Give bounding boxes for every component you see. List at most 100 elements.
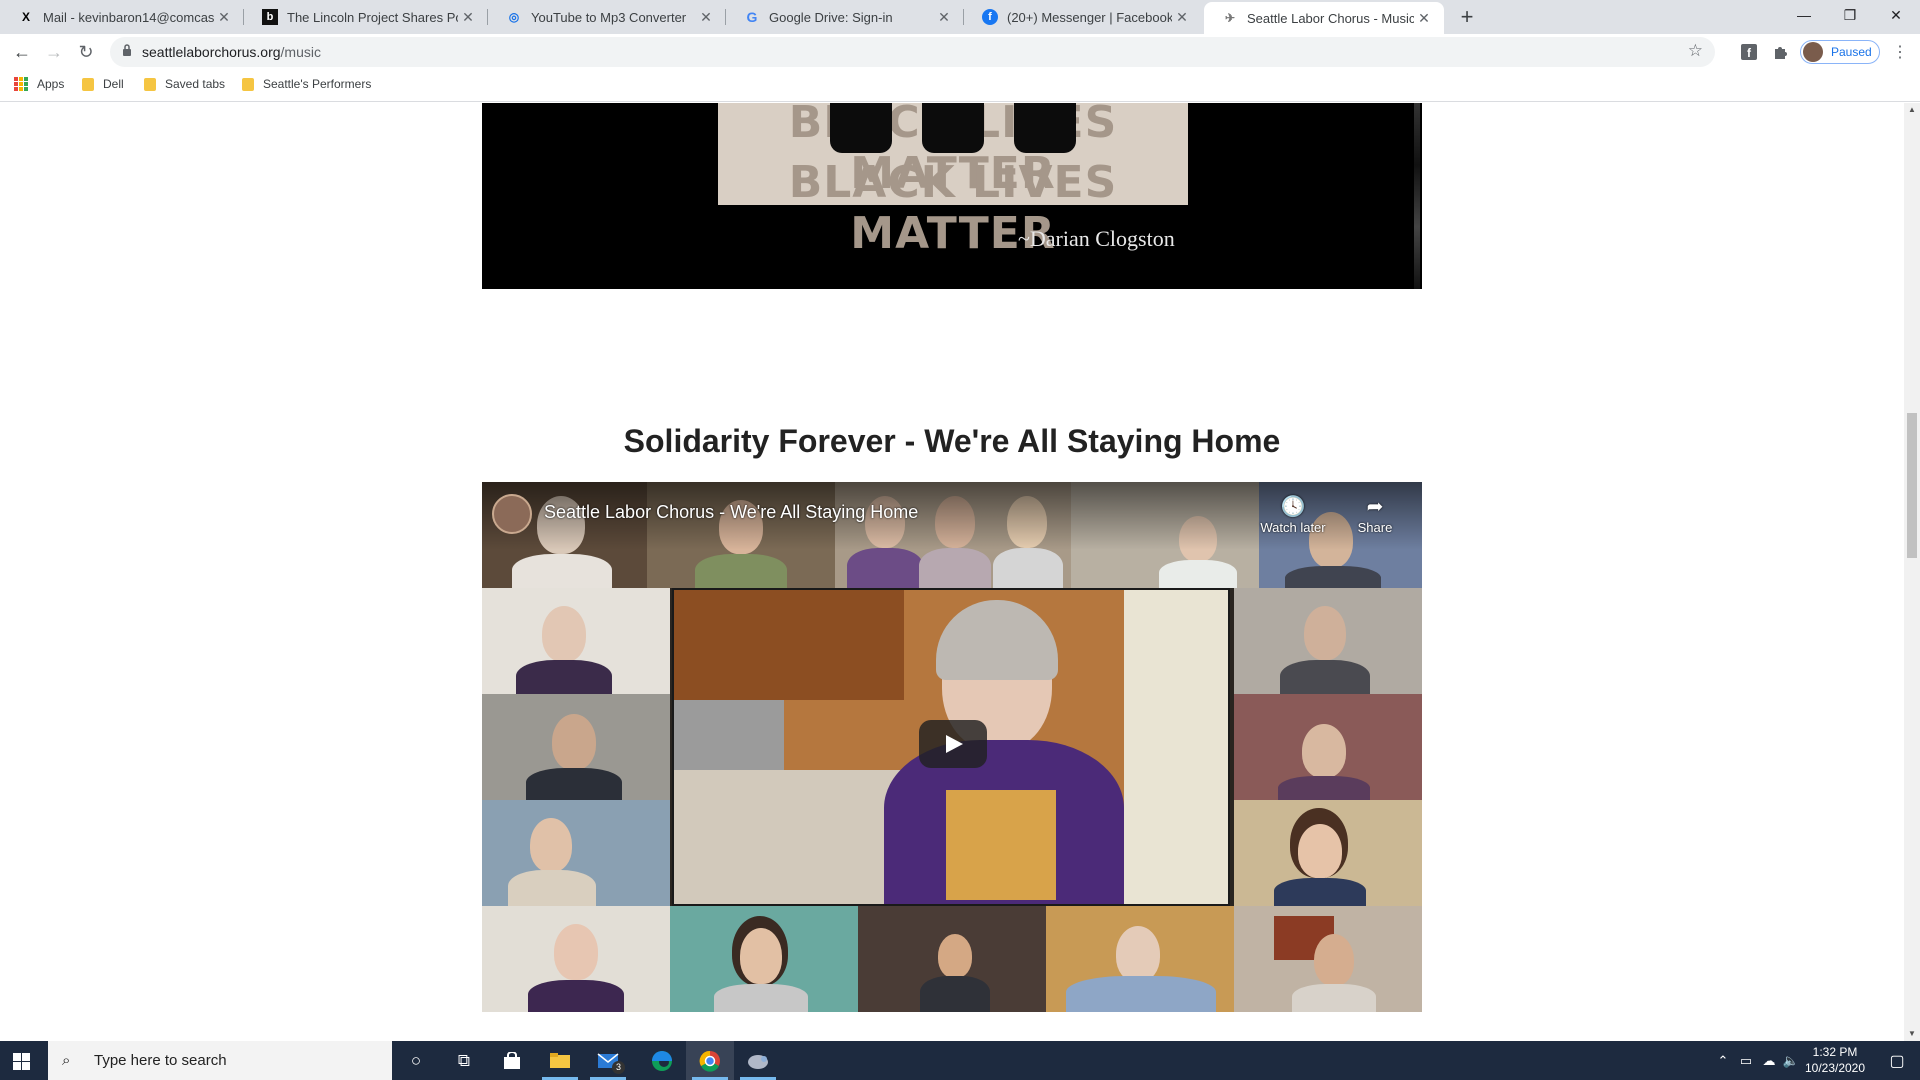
url-domain: seattlelaborchorus.org	[142, 44, 281, 60]
video-tile	[1234, 588, 1422, 694]
new-tab-button[interactable]: +	[1453, 4, 1481, 32]
video-tile	[1234, 694, 1422, 800]
bookmark-label: Seattle's Performers	[263, 77, 372, 91]
mail-icon[interactable]: 3	[584, 1041, 632, 1080]
app-bird-icon[interactable]	[734, 1041, 782, 1080]
site-icon: ✈	[1224, 11, 1236, 25]
chrome-icon[interactable]	[686, 1041, 734, 1080]
store-icon[interactable]	[488, 1041, 536, 1080]
close-icon[interactable]: ✕	[214, 9, 234, 26]
close-icon[interactable]: ✕	[934, 9, 954, 26]
close-window-button[interactable]: ✕	[1873, 0, 1919, 30]
onedrive-cloud-icon[interactable]: ☁	[1758, 1053, 1780, 1069]
clock-icon: 🕓	[1280, 496, 1306, 518]
folder-icon	[144, 77, 156, 91]
bookmark-label: Saved tabs	[165, 77, 226, 91]
video-tile	[1046, 906, 1234, 1012]
taskbar-clock[interactable]: 1:32 PM 10/23/2020	[1800, 1044, 1870, 1076]
clock-time: 1:32 PM	[1812, 1045, 1858, 1059]
scroll-down-icon[interactable]: ▼	[1904, 1027, 1920, 1041]
facebook-extension-icon[interactable]: f	[1740, 43, 1758, 61]
video-title[interactable]: Seattle Labor Chorus - We're All Staying…	[544, 502, 918, 523]
play-button[interactable]	[919, 720, 987, 768]
taskbar-search[interactable]: ⌕ Type here to search	[48, 1041, 392, 1080]
converter-icon: ◎	[508, 10, 520, 24]
action-center-icon[interactable]: ▢	[1874, 1041, 1920, 1080]
windows-taskbar: ⌕ Type here to search ○ ⧉ 3 ⌃ ▭ ☁ 🔈 1:32…	[0, 1041, 1920, 1080]
forward-button[interactable]: →	[40, 38, 68, 66]
b-icon: b	[262, 9, 278, 25]
search-placeholder: Type here to search	[94, 1052, 227, 1069]
chrome-logo-shape	[699, 1050, 720, 1072]
bookmark-saved-tabs[interactable]: Saved tabs	[144, 77, 225, 91]
fist-graphic	[1014, 103, 1076, 153]
cortana-icon[interactable]: ○	[392, 1041, 440, 1080]
address-bar[interactable]: seattlelaborchorus.org/music ☆	[110, 37, 1715, 67]
close-icon[interactable]: ✕	[458, 9, 478, 26]
watch-later-button[interactable]: 🕓 Watch later	[1258, 494, 1328, 535]
section-title: Solidarity Forever - We're All Staying H…	[623, 423, 1281, 459]
video-attribution: ~Darian Clogston	[1018, 226, 1175, 251]
network-icon[interactable]: ▭	[1734, 1053, 1758, 1069]
profile-button[interactable]: Paused	[1800, 40, 1880, 64]
tab-title: Seattle Labor Chorus - Music	[1247, 10, 1414, 26]
close-icon[interactable]: ✕	[696, 9, 716, 26]
youtube-video-embed[interactable]: Seattle Labor Chorus - We're All Staying…	[482, 482, 1422, 1012]
video-tile	[482, 906, 670, 1012]
share-button[interactable]: ➦ Share	[1340, 494, 1410, 535]
page-scrollbar[interactable]: ▲ ▼	[1904, 103, 1920, 1041]
tab-lincoln-project[interactable]: b The Lincoln Project Shares Power ✕	[244, 0, 488, 34]
more-menu-icon[interactable]: ⋮	[1890, 42, 1910, 62]
share-arrow-icon: ➦	[1366, 496, 1384, 518]
tab-google-drive[interactable]: G Google Drive: Sign-in ✕	[726, 0, 964, 34]
tab-youtube-mp3[interactable]: ◎ YouTube to Mp3 Converter ✕	[488, 0, 726, 34]
avatar	[1803, 42, 1823, 62]
featured-singer-video	[672, 588, 1230, 906]
restore-button[interactable]: ❐	[1827, 0, 1873, 30]
scrollbar-thumb[interactable]	[1907, 413, 1917, 558]
facebook-icon: f	[982, 9, 998, 25]
scroll-up-icon[interactable]: ▲	[1904, 103, 1920, 117]
browser-toolbar: ← → ↻ seattlelaborchorus.org/music ☆ f P…	[0, 34, 1920, 70]
close-icon[interactable]: ✕	[1172, 9, 1192, 26]
edge-logo-shape	[652, 1050, 672, 1071]
channel-avatar[interactable]	[492, 494, 532, 534]
fist-graphic	[830, 103, 892, 153]
tab-title: Mail - kevinbaron14@comcast.ne	[43, 9, 214, 25]
edge-icon[interactable]	[638, 1041, 686, 1080]
bookmark-star-icon[interactable]: ☆	[1688, 41, 1703, 61]
profile-status: Paused	[1831, 45, 1872, 59]
close-icon[interactable]: ✕	[1414, 10, 1434, 27]
play-icon	[946, 735, 963, 753]
back-button[interactable]: ←	[8, 38, 36, 66]
tab-title: YouTube to Mp3 Converter	[531, 9, 687, 25]
puzzle-extensions-icon[interactable]	[1772, 43, 1790, 61]
task-view-icon[interactable]: ⧉	[440, 1041, 488, 1080]
folder-icon	[242, 77, 254, 91]
tab-seattle-labor-chorus[interactable]: ✈ Seattle Labor Chorus - Music ✕	[1204, 2, 1444, 34]
tab-title: Google Drive: Sign-in	[769, 9, 893, 25]
folder-icon	[82, 77, 94, 91]
bird-shape	[748, 1054, 768, 1069]
tab-messenger[interactable]: f (20+) Messenger | Facebook ✕	[964, 0, 1202, 34]
file-explorer-icon[interactable]	[536, 1041, 584, 1080]
fist-graphic	[922, 103, 984, 153]
windows-start-icon[interactable]	[13, 1053, 30, 1070]
show-hidden-icons-icon[interactable]: ⌃	[1712, 1053, 1734, 1069]
blm-video-embed[interactable]: BLACK LIVES MATTER BLACK LIVES MATTER ~D…	[482, 103, 1422, 289]
bookmark-apps[interactable]: Apps	[14, 77, 64, 91]
reload-button[interactable]: ↻	[72, 38, 100, 66]
video-tile	[482, 694, 670, 800]
tab-mail[interactable]: X Mail - kevinbaron14@comcast.ne ✕	[0, 0, 244, 34]
video-tile	[482, 588, 670, 694]
bookmark-dell[interactable]: Dell	[82, 77, 124, 91]
bookmarks-bar: Apps Dell Saved tabs Seattle's Performer…	[0, 70, 1920, 102]
url-text: seattlelaborchorus.org/music	[142, 44, 321, 60]
volume-icon[interactable]: 🔈	[1780, 1053, 1802, 1069]
video-edge	[1414, 103, 1420, 289]
bookmark-seattles-performers[interactable]: Seattle's Performers	[242, 77, 371, 91]
page-content: BLACK LIVES MATTER BLACK LIVES MATTER ~D…	[0, 103, 1904, 1041]
tab-title: (20+) Messenger | Facebook	[1007, 9, 1172, 25]
minimize-button[interactable]: —	[1781, 0, 1827, 30]
search-icon: ⌕	[62, 1052, 71, 1069]
